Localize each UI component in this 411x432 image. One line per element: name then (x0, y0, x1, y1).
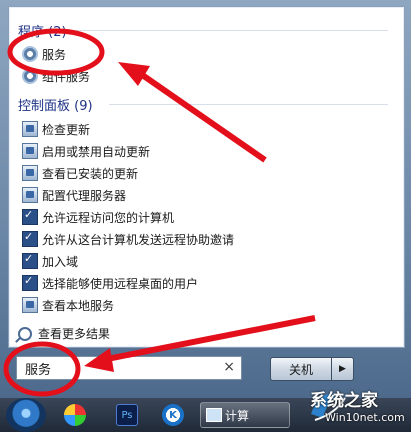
search-input-value: 服务 (25, 362, 52, 378)
cp-label: 允许远程访问您的计算机 (42, 210, 175, 225)
taskbar-computer-button[interactable]: 计算 (200, 402, 290, 428)
cp-label: 启用或禁用自动更新 (42, 144, 151, 159)
clear-icon[interactable]: × (223, 359, 235, 375)
taskbar-computer-label: 计算 (225, 408, 250, 423)
shutdown-button[interactable]: 关机 (270, 357, 332, 381)
divider (109, 104, 388, 105)
cp-label: 选择能够使用远程桌面的用户 (42, 276, 199, 291)
cp-item-installed-updates[interactable]: 查看已安装的更新 (22, 163, 138, 183)
program-item-services[interactable]: 服务 (22, 44, 66, 64)
cp-label: 检查更新 (42, 122, 91, 137)
control-panel-icon (22, 187, 38, 203)
cp-label: 查看本地服务 (42, 298, 115, 313)
cp-label: 加入域 (42, 254, 79, 269)
cp-label: 配置代理服务器 (42, 188, 127, 203)
gear-icon (22, 68, 38, 84)
k-app-icon[interactable]: K (162, 404, 184, 426)
search-input[interactable]: 服务 × (16, 356, 242, 380)
control-panel-icon (22, 297, 38, 313)
search-icon (18, 326, 32, 341)
see-more-results-label: 查看更多结果 (38, 327, 111, 341)
program-item-component-services[interactable]: 组件服务 (22, 66, 90, 86)
see-more-results[interactable]: 查看更多结果 (18, 325, 110, 342)
monitor-icon (22, 208, 38, 225)
program-label: 组件服务 (42, 69, 91, 84)
cp-item-local-services[interactable]: 查看本地服务 (22, 295, 114, 315)
photoshop-icon[interactable]: Ps (116, 404, 138, 426)
computer-icon (206, 408, 222, 422)
programs-heading: 程序 (2) (18, 25, 67, 40)
cp-item-remote-assist[interactable]: 允许从这台计算机发送远程协助邀请 (22, 229, 234, 249)
monitor-icon (22, 230, 38, 247)
cp-item-check-updates[interactable]: 检查更新 (22, 119, 90, 139)
cp-item-remote-access[interactable]: 允许远程访问您的计算机 (22, 207, 174, 227)
monitor-icon (22, 252, 38, 269)
program-label: 服务 (42, 47, 67, 62)
cp-item-remote-desktop-users[interactable]: 选择能够使用远程桌面的用户 (22, 273, 198, 293)
cp-item-proxy[interactable]: 配置代理服务器 (22, 185, 126, 205)
control-panel-icon (22, 165, 38, 181)
shutdown-options-button[interactable]: ▶ (332, 357, 354, 381)
start-menu-results: 程序 (2) 服务 组件服务 控制面板 (9) 检查更新 启用或禁用自动更新 查… (8, 6, 405, 348)
colorful-app-icon[interactable] (64, 404, 86, 426)
control-panel-icon (22, 143, 38, 159)
monitor-icon (22, 274, 38, 291)
windows-orb-icon[interactable] (6, 398, 46, 432)
control-panel-heading: 控制面板 (9) (18, 99, 93, 114)
cp-label: 允许从这台计算机发送远程协助邀请 (42, 232, 235, 247)
control-panel-icon (22, 121, 38, 137)
divider (63, 30, 388, 31)
cp-item-join-domain[interactable]: 加入域 (22, 251, 78, 271)
gear-icon (22, 46, 38, 62)
cp-item-auto-update[interactable]: 启用或禁用自动更新 (22, 141, 150, 161)
watermark-subtitle: Win10net.com (325, 411, 405, 424)
watermark-title: 系统之家 (310, 391, 378, 411)
cp-label: 查看已安装的更新 (42, 166, 139, 181)
